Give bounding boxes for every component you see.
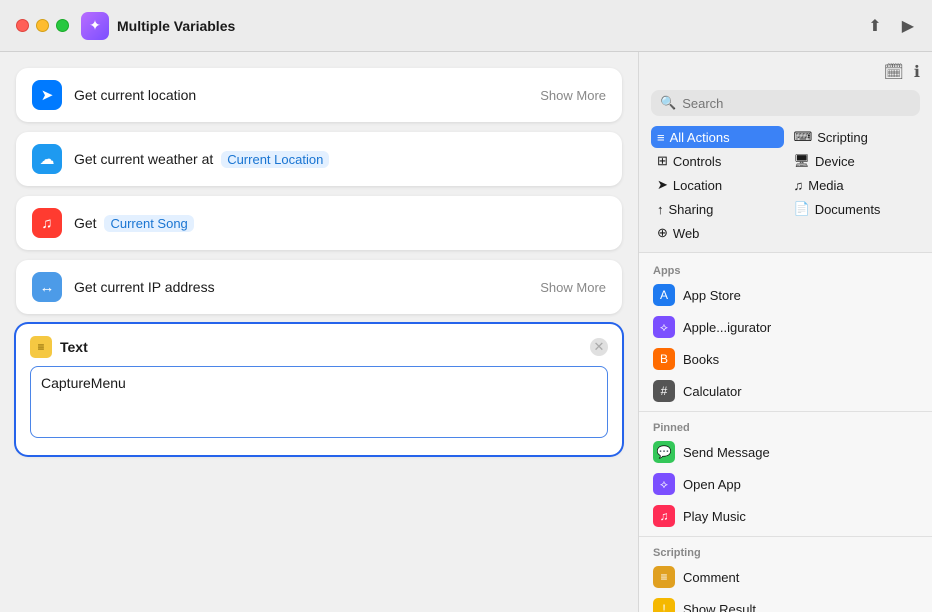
current-location-pill[interactable]: Current Location: [221, 151, 329, 168]
search-bar: 🔍: [651, 90, 920, 116]
action-label-ip: Get current IP address: [74, 279, 540, 295]
category-controls[interactable]: ⊞ Controls: [651, 150, 784, 172]
weather-icon: ☁: [32, 144, 62, 174]
media-icon: ♫: [794, 178, 804, 193]
share-button[interactable]: ⬆: [866, 14, 883, 38]
open-app-icon: ⟡: [653, 473, 675, 495]
text-action-block: ≡ Text ✕ CaptureMenu: [16, 324, 622, 455]
send-message-icon: 💬: [653, 441, 675, 463]
app-icon: ✦: [81, 12, 109, 40]
sidebar-item-sendmessage[interactable]: 💬 Send Message: [639, 436, 932, 468]
all-actions-icon: ≡: [657, 130, 665, 145]
books-icon: B: [653, 348, 675, 370]
sidebar-top: 🗓 ℹ 🔍 ≡ All Actions ⌨ Scripting ⊞ Contro: [639, 52, 932, 253]
scripting-icon: ⌨: [794, 129, 813, 145]
action-card-location[interactable]: ➤ Get current location Show More: [16, 68, 622, 122]
text-input[interactable]: CaptureMenu: [30, 366, 608, 438]
info-button[interactable]: ℹ: [914, 62, 920, 82]
workflow-canvas: ➤ Get current location Show More ☁ Get c…: [0, 52, 638, 612]
sidebar-content: Apps A App Store ⟡ Apple...igurator B Bo…: [639, 253, 932, 612]
scripting-section-label: Scripting: [639, 541, 932, 561]
sidebar: 🗓 ℹ 🔍 ≡ All Actions ⌨ Scripting ⊞ Contro: [638, 52, 932, 612]
category-web[interactable]: ⊕ Web: [651, 222, 784, 244]
sidebar-item-showresult[interactable]: ! Show Result: [639, 593, 932, 612]
text-block-label: Text: [60, 339, 590, 355]
comment-icon: ≡: [653, 566, 675, 588]
category-device[interactable]: 🖥 Device: [788, 150, 921, 172]
appstore-icon: A: [653, 284, 675, 306]
action-card-song[interactable]: ♫ Get Current Song: [16, 196, 622, 250]
close-button[interactable]: [16, 19, 29, 32]
network-icon: ↔: [32, 272, 62, 302]
sidebar-header-icons: 🗓 ℹ: [651, 62, 920, 82]
titlebar: ✦ Multiple Variables ⬆ ▶: [0, 0, 932, 52]
sidebar-item-openapp[interactable]: ⟡ Open App: [639, 468, 932, 500]
divider-pinned: [639, 411, 932, 412]
category-documents[interactable]: 📄 Documents: [788, 198, 921, 220]
titlebar-actions: ⬆ ▶: [866, 14, 916, 38]
text-icon: ≡: [30, 336, 52, 358]
category-all-actions[interactable]: ≡ All Actions: [651, 126, 784, 148]
text-block-header: ≡ Text ✕: [30, 336, 608, 358]
controls-icon: ⊞: [657, 153, 668, 169]
close-text-block-button[interactable]: ✕: [590, 338, 608, 356]
action-label-location: Get current location: [74, 87, 540, 103]
run-button[interactable]: ▶: [900, 14, 916, 38]
action-card-ip[interactable]: ↔ Get current IP address Show More: [16, 260, 622, 314]
shortcuts-icon: ⟡: [653, 316, 675, 338]
category-sharing[interactable]: ↑ Sharing: [651, 198, 784, 220]
category-location[interactable]: ➤ Location: [651, 174, 784, 196]
location-icon: ➤: [32, 80, 62, 110]
sidebar-item-playmusic[interactable]: ♫ Play Music: [639, 500, 932, 532]
documents-icon: 📄: [794, 201, 810, 217]
action-card-weather[interactable]: ☁ Get current weather at Current Locatio…: [16, 132, 622, 186]
minimize-button[interactable]: [36, 19, 49, 32]
category-scripting[interactable]: ⌨ Scripting: [788, 126, 921, 148]
action-label-weather: Get current weather at Current Location: [74, 151, 606, 167]
category-media[interactable]: ♫ Media: [788, 174, 921, 196]
show-more-ip[interactable]: Show More: [540, 280, 606, 295]
search-icon: 🔍: [660, 95, 676, 111]
music-icon: ♫: [32, 208, 62, 238]
category-nav: ≡ All Actions ⌨ Scripting ⊞ Controls 🖥 D…: [651, 126, 920, 252]
web-icon: ⊕: [657, 225, 668, 241]
main-content: ➤ Get current location Show More ☁ Get c…: [0, 52, 932, 612]
play-music-icon: ♫: [653, 505, 675, 527]
sidebar-item-comment[interactable]: ≡ Comment: [639, 561, 932, 593]
apps-section-label: Apps: [639, 259, 932, 279]
device-icon: 🖥: [794, 153, 811, 169]
sidebar-item-shortcuts[interactable]: ⟡ Apple...igurator: [639, 311, 932, 343]
window-title: Multiple Variables: [117, 18, 866, 34]
pinned-section-label: Pinned: [639, 416, 932, 436]
show-more-location[interactable]: Show More: [540, 88, 606, 103]
divider-scripting: [639, 536, 932, 537]
show-result-icon: !: [653, 598, 675, 612]
sharing-icon: ↑: [657, 202, 664, 217]
current-song-pill[interactable]: Current Song: [104, 215, 193, 232]
location-cat-icon: ➤: [657, 177, 668, 193]
sidebar-item-appstore[interactable]: A App Store: [639, 279, 932, 311]
traffic-lights: [16, 19, 69, 32]
fullscreen-button[interactable]: [56, 19, 69, 32]
add-action-button[interactable]: 🗓: [884, 62, 904, 82]
calculator-icon: #: [653, 380, 675, 402]
sidebar-item-books[interactable]: B Books: [639, 343, 932, 375]
sidebar-item-calculator[interactable]: # Calculator: [639, 375, 932, 407]
action-label-song: Get Current Song: [74, 215, 606, 231]
search-input[interactable]: [682, 96, 911, 111]
